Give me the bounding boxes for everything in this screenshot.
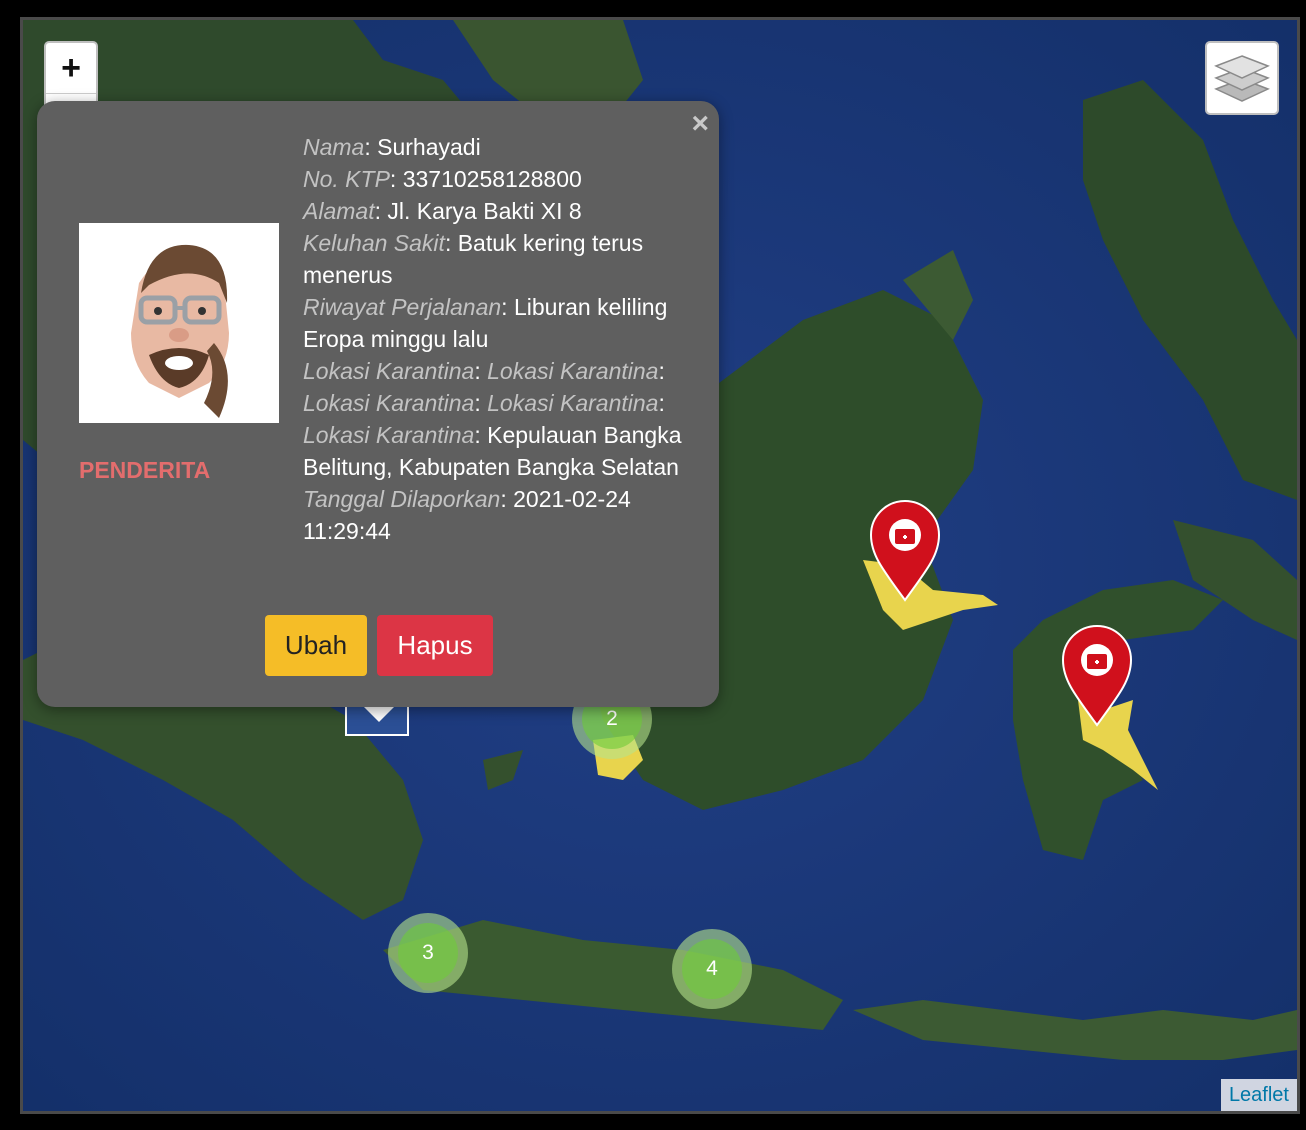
popup-actions: Ubah Hapus: [265, 615, 493, 676]
patient-photo: [79, 223, 279, 423]
detail-label: Alamat: [303, 198, 375, 224]
detail-value: Surhayadi: [377, 134, 481, 160]
layers-icon: [1214, 55, 1270, 102]
detail-complaint: Keluhan Sakit: Batuk kering terus meneru…: [303, 230, 644, 288]
popup-anchor-marker[interactable]: [345, 704, 409, 736]
cluster-marker[interactable]: 4: [672, 929, 752, 1009]
edit-button[interactable]: Ubah: [265, 615, 367, 676]
detail-quarantine-location: Lokasi Karantina: Lokasi Karantina: Loka…: [303, 358, 682, 480]
detail-label: Lokasi Karantina: [303, 390, 475, 416]
detail-label: No. KTP: [303, 166, 390, 192]
detail-name: Nama: Surhayadi: [303, 134, 481, 160]
detail-travel-history: Riwayat Perjalanan: Liburan keliling Ero…: [303, 294, 668, 352]
cluster-marker[interactable]: 3: [388, 913, 468, 993]
detail-reported-date: Tanggal Dilaporkan: 2021-02-24 11:29:44: [303, 486, 631, 544]
patient-details: Nama: Surhayadi No. KTP: 33710258128800 …: [303, 131, 695, 547]
detail-label: Nama: [303, 134, 365, 160]
detail-value: 33710258128800: [402, 166, 582, 192]
cluster-count: 4: [682, 939, 742, 999]
detail-value: Jl. Karya Bakti XI 8: [387, 198, 582, 224]
detail-label: Tanggal Dilaporkan: [303, 486, 501, 512]
detail-label: Lokasi Karantina: [303, 422, 475, 448]
status-label: PENDERITA: [79, 457, 211, 483]
delete-button[interactable]: Hapus: [377, 615, 493, 676]
detail-ktp: No. KTP: 33710258128800: [303, 166, 582, 192]
detail-label: Lokasi Karantina: [487, 358, 659, 384]
zoom-in-button[interactable]: +: [46, 43, 96, 93]
map-container[interactable]: + − 2 3 4 ×: [20, 17, 1300, 1114]
patient-popup: × PENDERITA Nama: Surhayadi No. KTP: 337…: [37, 101, 719, 707]
attribution-link[interactable]: Leaflet: [1220, 1079, 1297, 1111]
detail-label: Keluhan Sakit: [303, 230, 445, 256]
avatar: [131, 244, 229, 418]
detail-label: Lokasi Karantina: [487, 390, 659, 416]
detail-label: Riwayat Perjalanan: [303, 294, 502, 320]
cluster-count: 3: [398, 923, 458, 983]
detail-label: Lokasi Karantina: [303, 358, 475, 384]
detail-address: Alamat: Jl. Karya Bakti XI 8: [303, 198, 582, 224]
layers-control[interactable]: [1205, 41, 1279, 115]
